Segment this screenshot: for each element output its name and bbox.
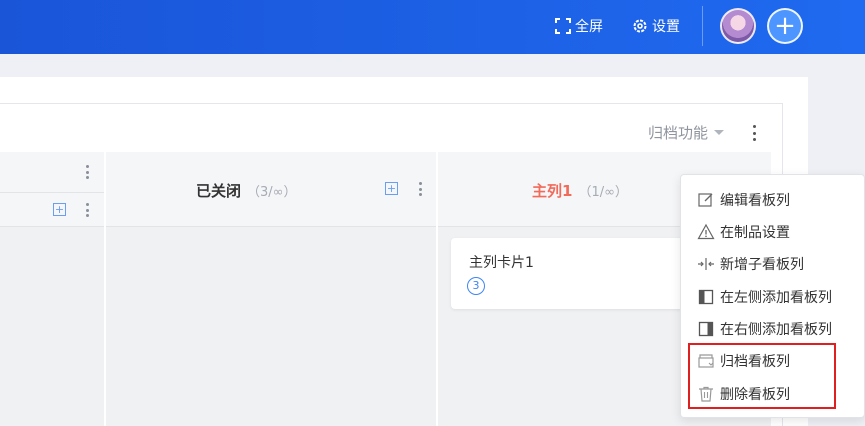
board-more-button[interactable] [748, 122, 760, 144]
avatar[interactable] [720, 8, 756, 44]
column-title: 主列1 （1/∞） [532, 180, 628, 201]
add-button[interactable]: + [767, 8, 803, 44]
menu-item-add-column-right[interactable]: 在右侧添加看板列 [697, 318, 832, 340]
column-more-icon[interactable] [82, 164, 92, 180]
kanban-card[interactable]: 主列卡片1 3 [451, 238, 683, 309]
archive-function-dropdown[interactable]: 归档功能 [648, 122, 725, 142]
card-count-badge: 3 [467, 277, 485, 295]
card-title: 主列卡片1 [469, 255, 534, 271]
menu-item-label: 在左侧添加看板列 [720, 290, 832, 306]
column-right-icon [697, 320, 715, 338]
menu-item-add-column-left[interactable]: 在左侧添加看板列 [697, 286, 832, 308]
board-column-closed: 已关闭 （3/∞） + [106, 152, 436, 426]
column-name: 主列1 [532, 182, 573, 200]
column-count: （1/∞） [578, 185, 628, 200]
caret-down-icon [714, 129, 725, 135]
plus-icon: + [774, 11, 796, 41]
add-card-icon[interactable]: + [53, 203, 66, 216]
fullscreen-label: 全屏 [575, 19, 603, 35]
highlight-box [688, 343, 836, 409]
menu-item-label: 在右侧添加看板列 [720, 322, 832, 338]
menu-item-label: 新增子看板列 [720, 257, 804, 273]
menu-item-edit-column[interactable]: 编辑看板列 [697, 189, 790, 211]
column-count: （3/∞） [247, 185, 297, 200]
topbar-divider [702, 6, 703, 46]
edit-icon [697, 191, 715, 209]
settings-button[interactable]: 设置 [632, 16, 680, 36]
column-title: 已关闭 （3/∞） [196, 180, 297, 201]
board-column-left-partial: + [0, 152, 104, 426]
archive-function-label: 归档功能 [648, 123, 709, 142]
column-more-icon[interactable] [82, 202, 92, 218]
menu-item-wip-settings[interactable]: 在制品设置 [697, 221, 790, 243]
warning-icon [697, 223, 715, 241]
menu-item-add-sub-column[interactable]: 新增子看板列 [697, 253, 804, 275]
column-left-icon [697, 288, 715, 306]
fullscreen-button[interactable]: 全屏 [555, 16, 603, 36]
top-bar: 全屏 设置 + [0, 0, 865, 54]
column-name: 已关闭 [196, 182, 242, 200]
split-arrows-icon [697, 255, 715, 273]
menu-item-label: 在制品设置 [720, 225, 790, 241]
gear-icon [632, 18, 648, 34]
settings-label: 设置 [652, 19, 680, 35]
menu-item-label: 编辑看板列 [720, 193, 790, 209]
add-card-icon[interactable]: + [385, 182, 398, 195]
fullscreen-icon [555, 18, 571, 34]
column-header: 已关闭 （3/∞） + [106, 152, 436, 227]
column-more-icon[interactable] [415, 181, 425, 197]
